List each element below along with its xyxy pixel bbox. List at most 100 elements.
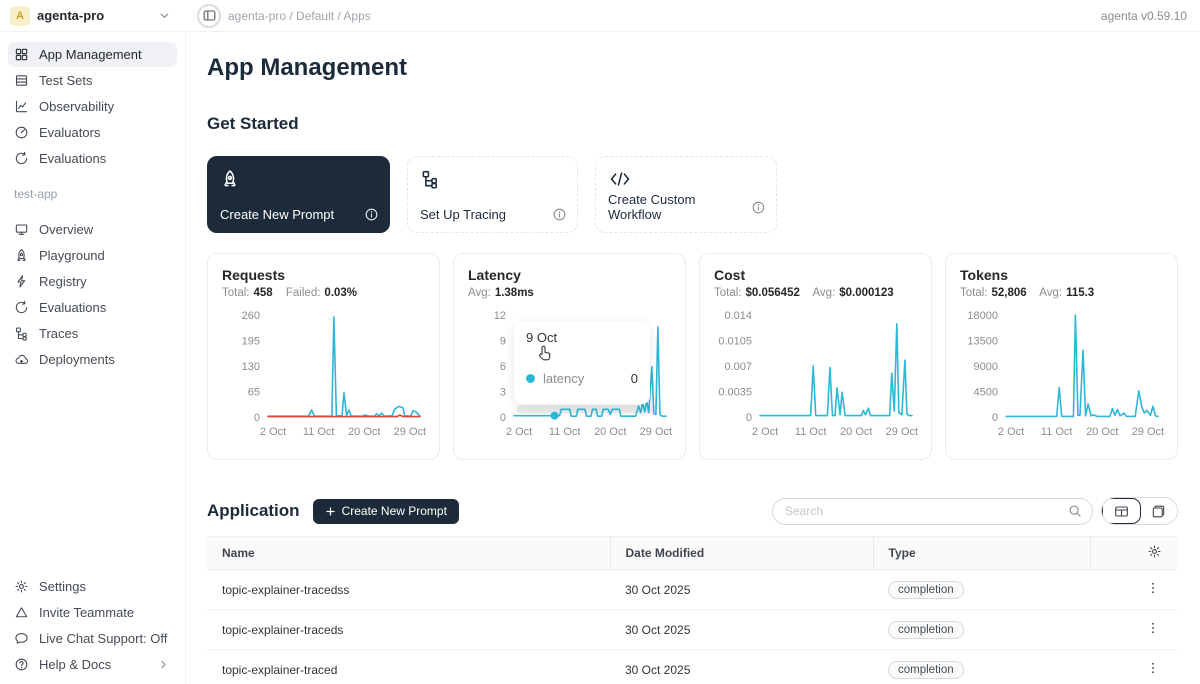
triangle-icon [14, 605, 29, 620]
search-box [772, 498, 1093, 525]
sidebar-item-evaluators[interactable]: Evaluators [8, 120, 177, 145]
sidebar-item-label: Settings [39, 579, 86, 594]
sidebar-app-nav: Overview Playground Registry Evaluations… [0, 217, 185, 373]
row-menu-button[interactable] [1144, 619, 1162, 640]
ellipsis-vertical-icon [1146, 581, 1160, 595]
metric-title: Cost [714, 267, 917, 283]
search-input[interactable] [785, 504, 1068, 518]
svg-text:9000: 9000 [974, 361, 998, 373]
table-row[interactable]: topic-explainer-traceds 30 Oct 2025 comp… [207, 610, 1177, 650]
metric-stats: Total:52,806 Avg:115.3 [960, 287, 1163, 299]
tooltip-series-name: latency [543, 371, 584, 386]
table-row[interactable]: topic-explainer-tracedss 30 Oct 2025 com… [207, 570, 1177, 610]
column-header-type[interactable]: Type [873, 537, 1090, 570]
stat-label: Total: [222, 287, 250, 299]
info-icon[interactable] [552, 207, 567, 222]
svg-text:11 Oct: 11 Oct [795, 426, 827, 438]
table-header-row: Name Date Modified Type [207, 537, 1177, 570]
sidebar-item-settings[interactable]: Settings [8, 574, 177, 599]
sidebar-item-label: Registry [39, 274, 87, 289]
metric-card-tokens: Tokens Total:52,806 Avg:115.3 0450090001… [945, 253, 1178, 460]
svg-text:20 Oct: 20 Oct [348, 426, 380, 438]
sidebar-item-playground[interactable]: Playground [8, 243, 177, 268]
svg-text:11 Oct: 11 Oct [549, 426, 581, 438]
test-sets-icon [14, 73, 29, 88]
create-new-prompt-button[interactable]: Create New Prompt [313, 499, 459, 524]
sidebar-item-evaluations[interactable]: Evaluations [8, 146, 177, 171]
sidebar-item-app-management[interactable]: App Management [8, 42, 177, 67]
plus-icon [325, 506, 336, 517]
svg-text:20 Oct: 20 Oct [840, 426, 872, 438]
card-view-button[interactable] [1141, 498, 1178, 524]
main-content: App Management Get Started Create New Pr… [186, 32, 1200, 684]
info-icon[interactable] [751, 200, 766, 215]
metric-title: Tokens [960, 267, 1163, 283]
app-date-modified: 30 Oct 2025 [610, 570, 873, 610]
metric-card-cost: Cost Total:$0.056452 Avg:$0.000123 00.00… [699, 253, 932, 460]
cost-chart[interactable]: 00.00350.0070.01050.0142 Oct11 Oct20 Oct… [714, 305, 919, 443]
cloud-icon [14, 352, 29, 367]
trace-icon [420, 169, 440, 189]
type-tag: completion [888, 621, 964, 639]
sidebar-collapse-button[interactable] [197, 4, 221, 28]
help-icon [14, 657, 29, 672]
svg-text:0: 0 [746, 412, 752, 424]
create-custom-workflow-card[interactable]: Create Custom Workflow [595, 156, 777, 233]
column-settings[interactable] [1090, 537, 1177, 570]
sidebar-item-label: Overview [39, 222, 93, 237]
stat-value: 0.03% [324, 287, 357, 299]
sidebar-toggle-icon [202, 8, 217, 23]
gauge-icon [14, 125, 29, 140]
tooltip-value: 0 [631, 371, 638, 386]
topbar: A agenta-pro agenta-pro / Default / Apps… [0, 0, 1200, 32]
sidebar-item-registry[interactable]: Registry [8, 269, 177, 294]
row-menu-button[interactable] [1144, 659, 1162, 680]
sidebar-item-overview[interactable]: Overview [8, 217, 177, 242]
sidebar-item-traces[interactable]: Traces [8, 321, 177, 346]
sidebar-item-label: Playground [39, 248, 105, 263]
table-row[interactable]: topic-explainer-traced 30 Oct 2025 compl… [207, 650, 1177, 684]
app-date-modified: 30 Oct 2025 [610, 610, 873, 650]
sidebar-item-invite-teammate[interactable]: Invite Teammate [8, 600, 177, 625]
sidebar-item-label: Evaluations [39, 151, 106, 166]
chat-icon [14, 631, 29, 646]
search-icon[interactable] [1068, 504, 1082, 518]
svg-text:29 Oct: 29 Oct [886, 426, 918, 438]
sidebar-item-evaluations-app[interactable]: Evaluations [8, 295, 177, 320]
sidebar-item-live-chat-support[interactable]: Live Chat Support: Off [8, 626, 177, 651]
svg-text:20 Oct: 20 Oct [1086, 426, 1118, 438]
sidebar: App Management Test Sets Observability E… [0, 32, 186, 684]
sync-icon [14, 151, 29, 166]
column-header-name[interactable]: Name [207, 537, 610, 570]
requests-chart[interactable]: 0651301952602 Oct11 Oct20 Oct29 Oct [222, 305, 427, 443]
metric-stats: Total:458 Failed:0.03% [222, 287, 425, 299]
metric-title: Latency [468, 267, 671, 283]
breadcrumb[interactable]: agenta-pro / Default / Apps [228, 9, 371, 23]
metric-stats: Avg:1.38ms [468, 287, 671, 299]
trace-icon [14, 326, 29, 341]
info-icon[interactable] [364, 207, 379, 222]
sidebar-item-help-docs[interactable]: Help & Docs [8, 652, 177, 677]
column-header-date-modified[interactable]: Date Modified [610, 537, 873, 570]
table-view-button[interactable] [1102, 498, 1141, 524]
row-menu-button[interactable] [1144, 579, 1162, 600]
sidebar-item-deployments[interactable]: Deployments [8, 347, 177, 372]
metrics-row: Requests Total:458 Failed:0.03% 06513019… [207, 253, 1178, 460]
chevron-right-icon [156, 657, 171, 672]
stat-value: 1.38ms [495, 287, 534, 299]
svg-text:195: 195 [242, 336, 260, 348]
svg-text:13500: 13500 [967, 336, 998, 348]
set-up-tracing-card[interactable]: Set Up Tracing [407, 156, 578, 233]
svg-text:29 Oct: 29 Oct [394, 426, 426, 438]
svg-text:2 Oct: 2 Oct [752, 426, 778, 438]
svg-text:11 Oct: 11 Oct [1041, 426, 1073, 438]
workspace-switcher[interactable]: A agenta-pro [0, 0, 186, 32]
svg-text:29 Oct: 29 Oct [1132, 426, 1164, 438]
tokens-chart[interactable]: 04500900013500180002 Oct11 Oct20 Oct29 O… [960, 305, 1165, 443]
sidebar-item-test-sets[interactable]: Test Sets [8, 68, 177, 93]
chevron-down-icon [157, 8, 172, 23]
svg-text:18000: 18000 [967, 310, 998, 322]
hand-cursor-icon [536, 344, 554, 362]
create-new-prompt-card[interactable]: Create New Prompt [207, 156, 390, 233]
sidebar-item-observability[interactable]: Observability [8, 94, 177, 119]
